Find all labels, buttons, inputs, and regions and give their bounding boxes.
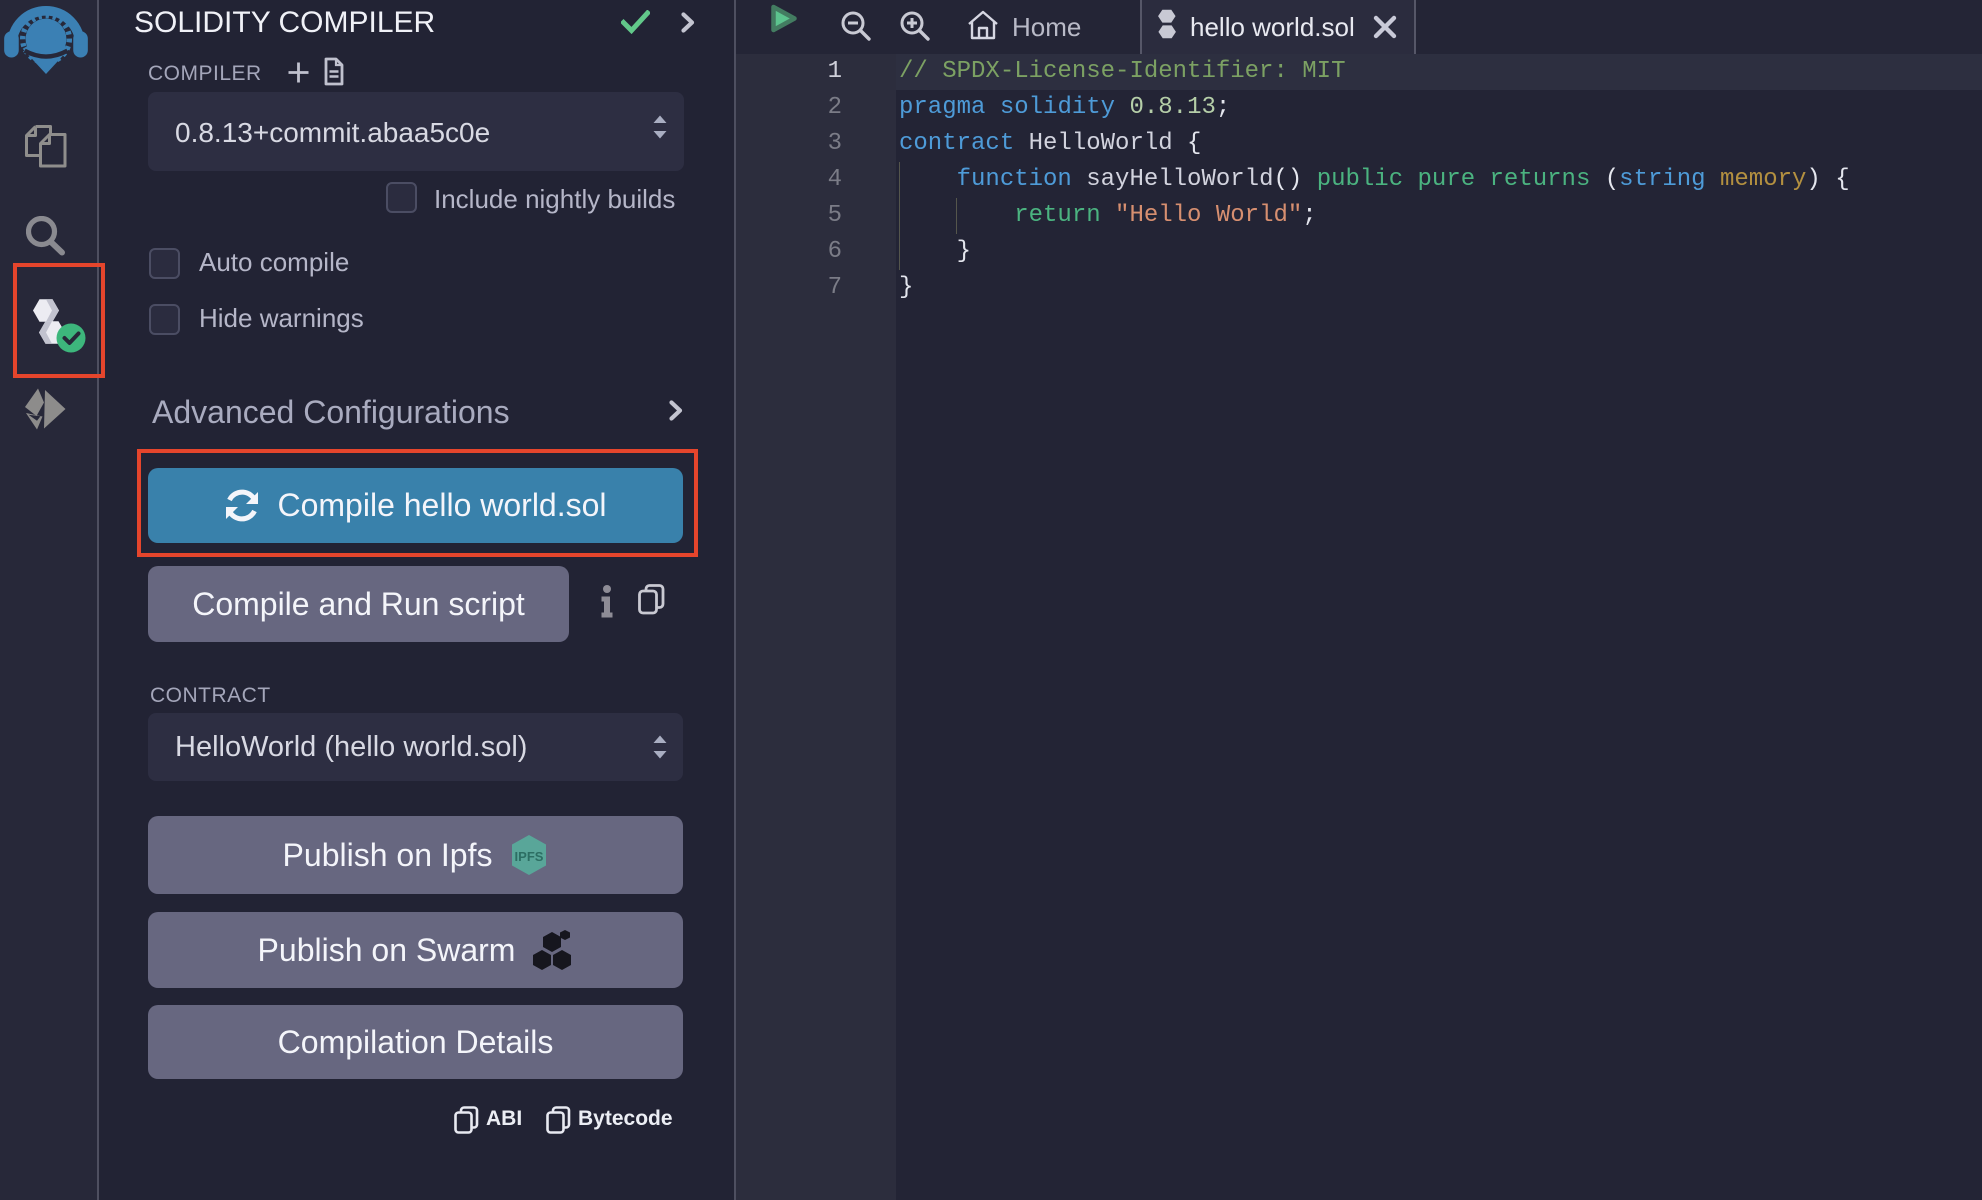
- svg-text:IPFS: IPFS: [515, 849, 544, 864]
